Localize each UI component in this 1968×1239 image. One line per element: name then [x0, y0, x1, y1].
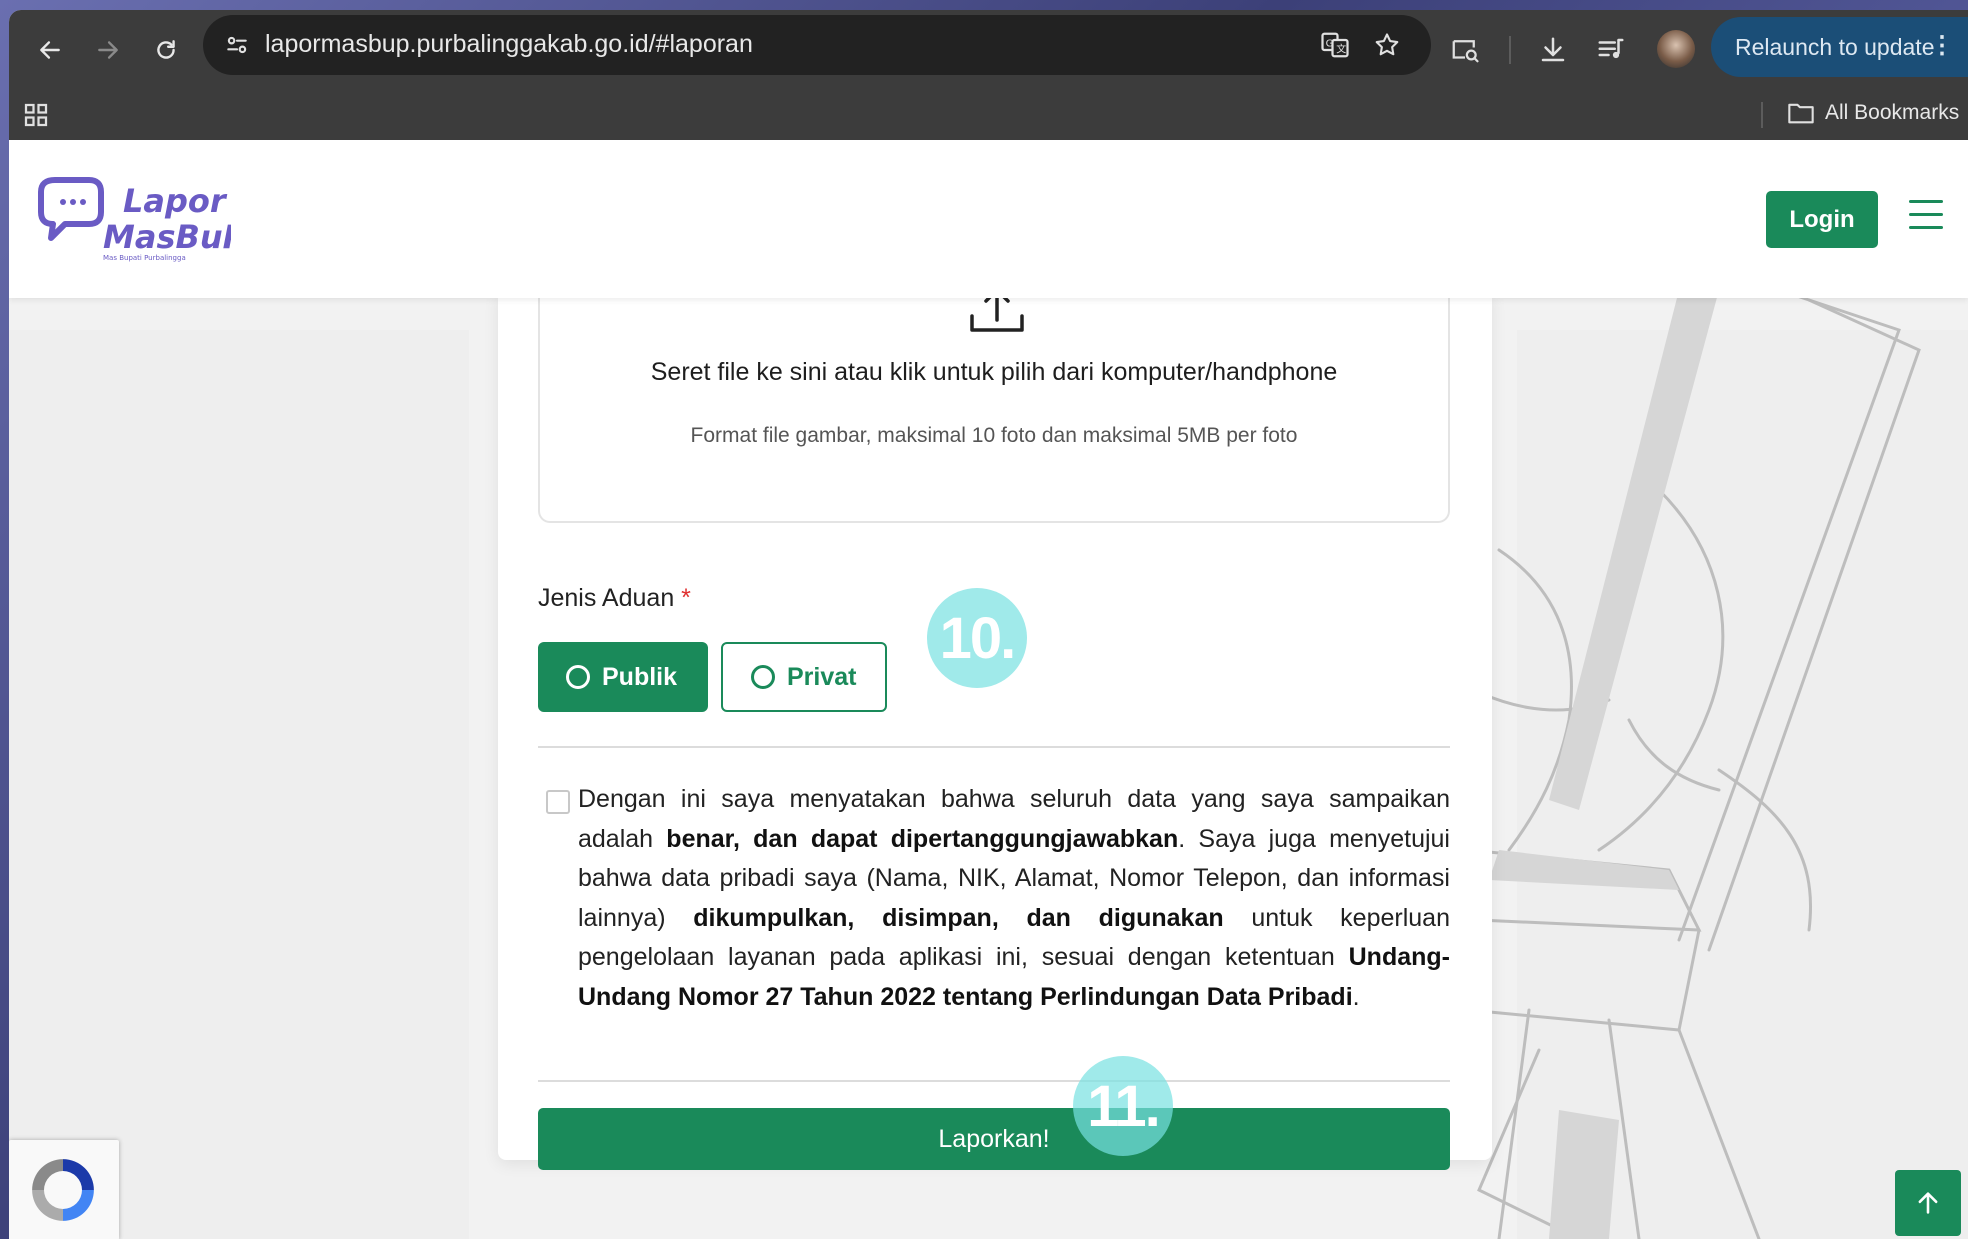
file-dropzone[interactable]: Seret file ke sini atau klik untuk pilih…: [538, 270, 1450, 523]
consent-part4: .: [1352, 982, 1360, 1011]
svg-text:文: 文: [1336, 43, 1346, 56]
step-badge-10: 10.: [927, 588, 1027, 688]
consent-bold1: benar, dan dapat dipertanggungjawabkan: [666, 824, 1179, 853]
download-icon[interactable]: [1535, 32, 1571, 68]
lapor-masbup-logo[interactable]: Lapor MasBuP Mas Bupati Purbalingga: [31, 172, 231, 272]
relaunch-label: Relaunch to update: [1735, 33, 1935, 60]
bookmarks-bar: All Bookmarks: [9, 90, 1968, 140]
site-header: Lapor MasBuP Mas Bupati Purbalingga Logi…: [9, 140, 1968, 298]
profile-avatar[interactable]: [1657, 30, 1695, 68]
back-icon[interactable]: [28, 28, 72, 72]
radio-circle-icon: [566, 665, 590, 689]
scroll-to-top-button[interactable]: [1895, 1170, 1961, 1236]
hamburger-menu-icon[interactable]: [1909, 200, 1943, 230]
logo-tagline: Mas Bupati Purbalingga: [103, 254, 186, 262]
address-bar[interactable]: lapormasbup.purbalinggakab.go.id/#lapora…: [203, 15, 1431, 75]
forward-icon[interactable]: [86, 28, 130, 72]
bookmarks-separator: [1761, 102, 1763, 128]
login-button[interactable]: Login: [1766, 191, 1878, 248]
recaptcha-icon: [32, 1159, 94, 1221]
divider: [538, 1080, 1450, 1082]
url-text[interactable]: lapormasbup.purbalinggakab.go.id/#lapora…: [265, 30, 753, 59]
consent-text: Dengan ini saya menyatakan bahwa seluruh…: [578, 780, 1450, 1018]
logo-line2: MasBuP: [103, 218, 231, 256]
all-bookmarks-label: All Bookmarks: [1825, 101, 1960, 124]
dropzone-subtitle: Format file gambar, maksimal 10 foto dan…: [690, 424, 1298, 447]
all-bookmarks-button[interactable]: All Bookmarks: [1787, 101, 1959, 125]
step-badge-11: 11.: [1073, 1056, 1173, 1156]
web-page: Lapor MasBuP Mas Bupati Purbalingga Logi…: [9, 140, 1968, 1239]
dropzone-title: Seret file ke sini atau klik untuk pilih…: [650, 358, 1338, 386]
translate-icon[interactable]: G文: [1319, 29, 1351, 61]
bookmark-star-icon[interactable]: [1371, 29, 1403, 61]
radio-privat[interactable]: Privat: [721, 642, 887, 712]
laporkan-button[interactable]: Laporkan!: [538, 1108, 1450, 1170]
folder-icon: [1788, 103, 1814, 124]
radio-publik[interactable]: Publik: [538, 642, 708, 712]
more-menu-icon[interactable]: ⋮: [1930, 31, 1954, 60]
media-control-icon[interactable]: [1593, 32, 1629, 68]
radio-privat-label: Privat: [787, 662, 857, 691]
apps-grid-icon[interactable]: [21, 100, 51, 130]
svg-text:G: G: [1326, 38, 1334, 49]
browser-chrome: lapormasbup.purbalinggakab.go.id/#lapora…: [9, 10, 1968, 140]
reading-mode-icon[interactable]: [1447, 32, 1483, 68]
background-panel-left: [9, 330, 469, 1239]
arrow-up-icon: [1918, 1192, 1938, 1214]
browser-window: lapormasbup.purbalinggakab.go.id/#lapora…: [9, 10, 1968, 1239]
site-info-icon[interactable]: [217, 25, 257, 65]
required-mark: *: [681, 584, 691, 612]
consent-checkbox[interactable]: [546, 790, 570, 814]
radio-circle-icon: [751, 665, 775, 689]
browser-toolbar: lapormasbup.purbalinggakab.go.id/#lapora…: [9, 10, 1968, 90]
consent-bold2: dikumpulkan, disimpan, dan digunakan: [693, 903, 1224, 932]
relaunch-button[interactable]: Relaunch to update ⋮: [1711, 17, 1968, 77]
jenis-aduan-label: Jenis Aduan *: [538, 584, 691, 613]
logo-line1: Lapor: [123, 182, 228, 220]
jenis-aduan-text: Jenis Aduan: [538, 584, 675, 612]
reload-icon[interactable]: [144, 28, 188, 72]
radio-publik-label: Publik: [602, 662, 678, 691]
report-form-card: Seret file ke sini atau klik untuk pilih…: [498, 270, 1492, 1170]
divider: [538, 746, 1450, 748]
recaptcha-badge[interactable]: [9, 1140, 119, 1239]
toolbar-separator: [1509, 36, 1511, 64]
